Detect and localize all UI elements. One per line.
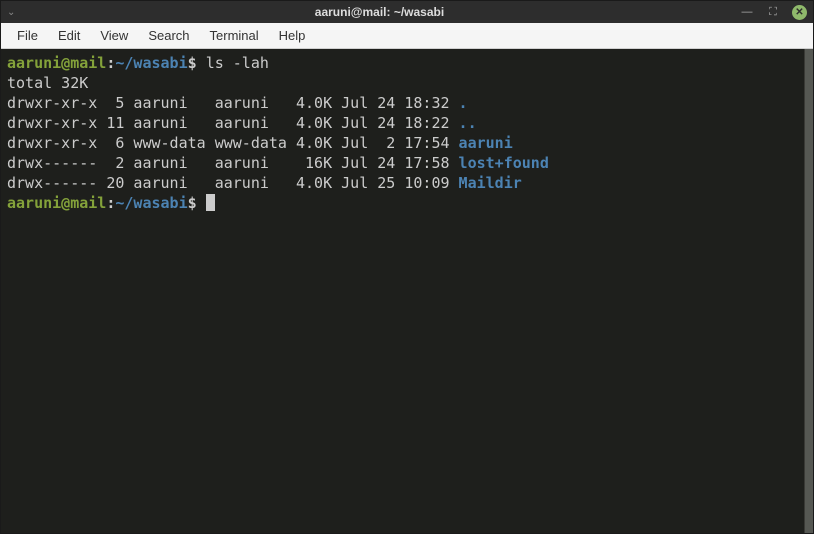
terminal-output[interactable]: aaruni@mail:~/wasabi$ ls -lah total 32K … (1, 49, 804, 533)
menu-dropdown-icon[interactable]: ⌄ (7, 7, 19, 18)
menu-file[interactable]: File (9, 25, 46, 46)
minimize-button[interactable]: — (740, 5, 754, 19)
listing-name: .. (459, 114, 477, 132)
listing-row: drwx------ 2 aaruni aaruni 16K Jul 24 17… (7, 154, 549, 172)
listing-name: . (459, 94, 468, 112)
menu-search[interactable]: Search (140, 25, 197, 46)
prompt-user: aaruni@mail (7, 54, 106, 72)
prompt-path: ~/wasabi (115, 54, 187, 72)
listing-row: drwxr-xr-x 6 www-data www-data 4.0K Jul … (7, 134, 513, 152)
listing-name: aaruni (459, 134, 513, 152)
prompt-path: ~/wasabi (115, 194, 187, 212)
menu-view[interactable]: View (92, 25, 136, 46)
terminal-container: aaruni@mail:~/wasabi$ ls -lah total 32K … (1, 49, 813, 533)
menu-help[interactable]: Help (271, 25, 314, 46)
close-button[interactable]: ✕ (792, 5, 807, 20)
menu-terminal[interactable]: Terminal (202, 25, 267, 46)
titlebar: ⌄ aaruni@mail: ~/wasabi — ⛶ ✕ (1, 1, 813, 23)
prompt-dollar: $ (188, 194, 197, 212)
listing-name: Maildir (459, 174, 522, 192)
command-text: ls -lah (206, 54, 269, 72)
window-controls: — ⛶ ✕ (740, 5, 807, 20)
listing-name: lost+found (459, 154, 549, 172)
cursor-icon (206, 194, 215, 211)
menubar: File Edit View Search Terminal Help (1, 23, 813, 49)
listing-row: drwx------ 20 aaruni aaruni 4.0K Jul 25 … (7, 174, 522, 192)
listing-row: drwxr-xr-x 11 aaruni aaruni 4.0K Jul 24 … (7, 114, 477, 132)
vertical-scrollbar[interactable] (804, 49, 813, 533)
menu-edit[interactable]: Edit (50, 25, 88, 46)
prompt-user: aaruni@mail (7, 194, 106, 212)
total-line: total 32K (7, 74, 88, 92)
window-title: aaruni@mail: ~/wasabi (19, 5, 740, 19)
maximize-button[interactable]: ⛶ (766, 5, 780, 19)
prompt-dollar: $ (188, 54, 197, 72)
listing-row: drwxr-xr-x 5 aaruni aaruni 4.0K Jul 24 1… (7, 94, 468, 112)
